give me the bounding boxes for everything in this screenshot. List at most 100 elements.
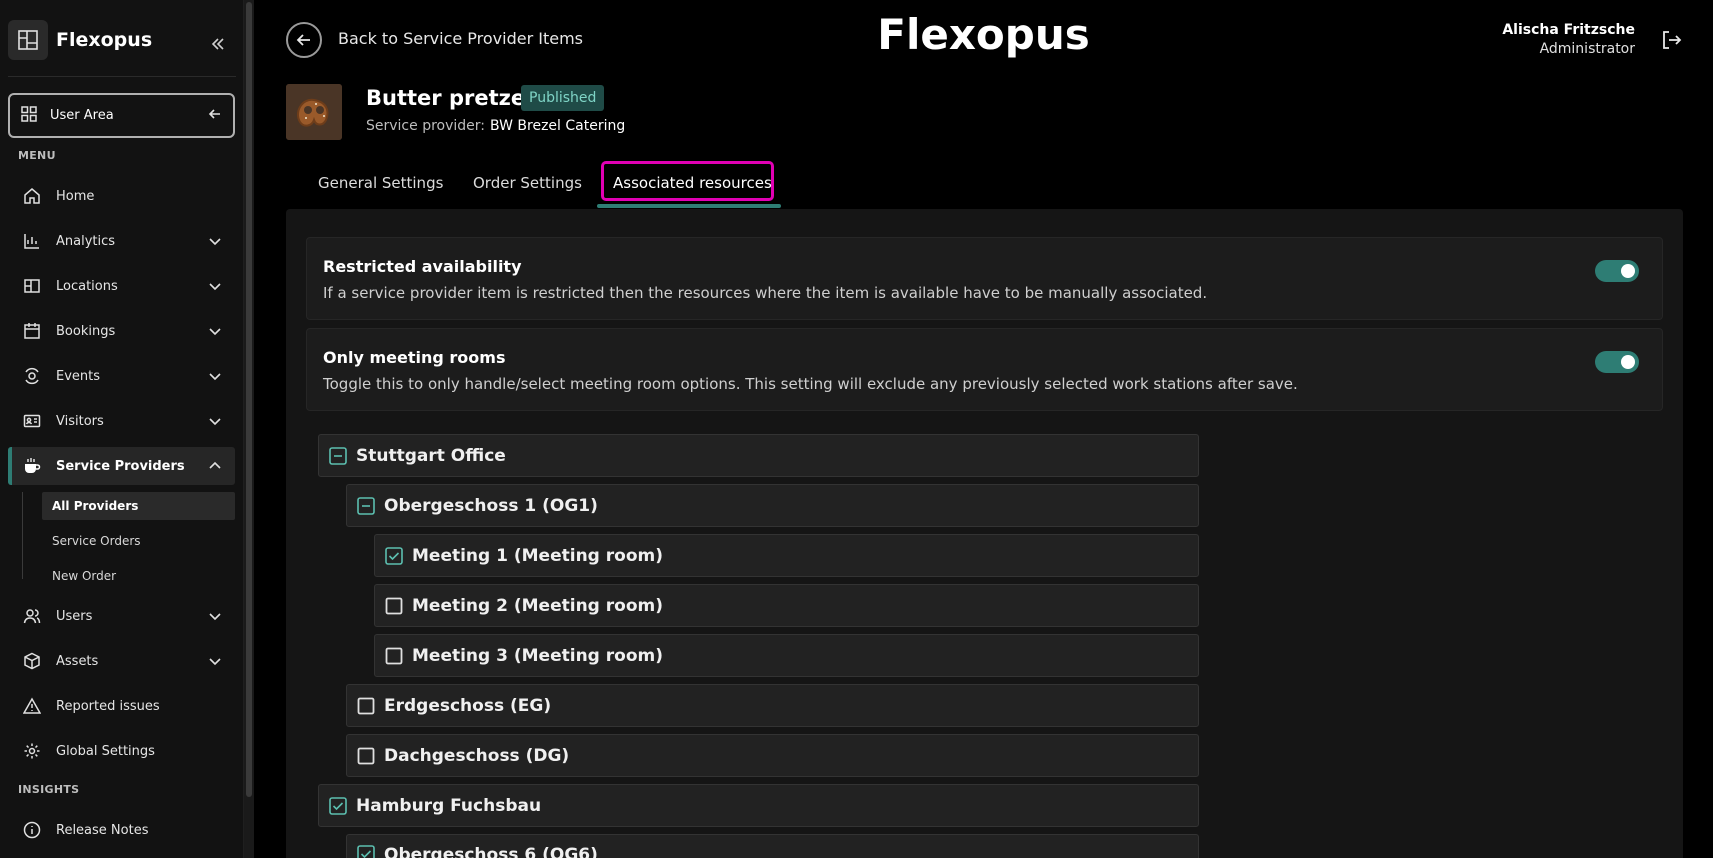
item-title: Butter pretzel	[366, 86, 533, 110]
sidebar-item-label: Release Notes	[56, 822, 149, 838]
arrow-left-icon	[207, 106, 223, 126]
chevron-down-icon	[205, 321, 225, 341]
sidebar-item-analytics[interactable]: Analytics	[8, 222, 235, 260]
tree-item-obergeschoss-1[interactable]: Obergeschoss 1 (OG1)	[346, 484, 1199, 527]
unchecked-checkbox-icon[interactable]	[357, 697, 375, 715]
sidebar-item-label: Service Providers	[56, 458, 185, 474]
tree-item-erdgeschoss[interactable]: Erdgeschoss (EG)	[346, 684, 1199, 727]
indeterminate-checkbox-icon[interactable]	[357, 496, 375, 515]
tree-item-label: Hamburg Fuchsbau	[356, 795, 542, 816]
tree-item-label: Obergeschoss 1 (OG1)	[384, 495, 598, 516]
logout-icon[interactable]	[1658, 28, 1684, 52]
unchecked-checkbox-icon[interactable]	[357, 747, 375, 765]
tab-general-settings[interactable]: General Settings	[318, 174, 443, 192]
tree-item-hamburg-fuchsbau[interactable]: Hamburg Fuchsbau	[318, 784, 1199, 827]
sidebar-subitem-all-providers[interactable]: All Providers	[42, 492, 235, 520]
chevron-down-icon	[205, 231, 225, 251]
sidebar-subitem-service-orders[interactable]: Service Orders	[42, 527, 235, 555]
tree-item-label: Meeting 1 (Meeting room)	[412, 545, 663, 566]
status-badge: Published	[521, 85, 605, 111]
sidebar-item-bookings[interactable]: Bookings	[8, 312, 235, 350]
checked-checkbox-icon[interactable]	[385, 546, 403, 565]
tree-item-label: Meeting 2 (Meeting room)	[412, 595, 663, 616]
users-icon	[22, 606, 42, 626]
tree-item-label: Meeting 3 (Meeting room)	[412, 645, 663, 666]
calendar-icon	[22, 321, 42, 341]
tree-item-meeting-3[interactable]: Meeting 3 (Meeting room)	[374, 634, 1199, 677]
setting-only-meeting-rooms: Only meeting rooms Toggle this to only h…	[306, 328, 1663, 411]
id-card-icon	[22, 411, 42, 431]
sidebar-item-events[interactable]: Events	[8, 357, 235, 395]
chevron-down-icon	[205, 411, 225, 431]
sidebar-divider	[8, 76, 236, 77]
sidebar-item-reported-issues[interactable]: Reported issues	[8, 687, 235, 725]
sidebar-item-assets[interactable]: Assets	[8, 642, 235, 680]
unchecked-checkbox-icon[interactable]	[385, 647, 403, 665]
sidebar-item-label: Assets	[56, 653, 99, 669]
tab-associated-resources[interactable]: Associated resources	[613, 174, 772, 192]
sidebar-item-label: Global Settings	[56, 743, 155, 759]
checked-checkbox-icon[interactable]	[357, 845, 375, 858]
events-icon	[22, 366, 42, 386]
only-meeting-rooms-toggle[interactable]	[1595, 351, 1639, 373]
provider-label: Service provider:	[366, 118, 485, 134]
map-icon	[22, 276, 42, 296]
sidebar-item-label: Users	[56, 608, 93, 624]
toggle-knob	[1621, 355, 1635, 369]
sidebar-item-label: Locations	[56, 278, 118, 294]
indeterminate-checkbox-icon[interactable]	[329, 446, 347, 465]
tree-item-label: Obergeschoss 6 (OG6)	[384, 845, 598, 858]
tree-item-label: Erdgeschoss (EG)	[384, 695, 552, 716]
unchecked-checkbox-icon[interactable]	[385, 597, 403, 615]
tree-item-label: Dachgeschoss (DG)	[384, 745, 570, 766]
sidebar: Flexopus User Area MENU Home Analytics L…	[0, 0, 244, 858]
setting-description: If a service provider item is restricted…	[323, 284, 1208, 302]
sidebar-item-locations[interactable]: Locations	[8, 267, 235, 305]
sidebar-item-release-notes[interactable]: Release Notes	[8, 811, 235, 849]
sidebar-item-global-settings[interactable]: Global Settings	[8, 732, 235, 770]
sidebar-item-users[interactable]: Users	[8, 597, 235, 635]
tree-item-dachgeschoss[interactable]: Dachgeschoss (DG)	[346, 734, 1199, 777]
setting-restricted-availability: Restricted availability If a service pro…	[306, 237, 1663, 320]
tree-item-meeting-1[interactable]: Meeting 1 (Meeting room)	[374, 534, 1199, 577]
sidebar-item-home[interactable]: Home	[8, 177, 235, 215]
grid-icon	[20, 105, 38, 127]
insights-section-title: INSIGHTS	[18, 783, 80, 796]
checked-checkbox-icon[interactable]	[329, 796, 347, 815]
sidebar-item-service-providers[interactable]: Service Providers	[8, 447, 235, 485]
tree-item-obergeschoss-6[interactable]: Obergeschoss 6 (OG6)	[346, 834, 1199, 858]
setting-title: Only meeting rooms	[323, 348, 506, 367]
tree-item-meeting-2[interactable]: Meeting 2 (Meeting room)	[374, 584, 1199, 627]
chevron-down-icon	[205, 651, 225, 671]
sidebar-item-label: Analytics	[56, 233, 116, 249]
tab-order-settings[interactable]: Order Settings	[473, 174, 582, 192]
cube-icon	[22, 651, 42, 671]
user-name: Alischa Fritzsche	[1502, 22, 1635, 38]
user-area-label: User Area	[50, 108, 114, 123]
sidebar-item-label: Visitors	[56, 413, 104, 429]
warning-icon	[22, 696, 42, 716]
scrollbar-thumb[interactable]	[246, 2, 252, 797]
chevron-up-icon	[205, 456, 225, 476]
user-area-button[interactable]: User Area	[8, 93, 235, 138]
item-image	[286, 84, 342, 140]
sidebar-item-label: Bookings	[56, 323, 116, 339]
sidebar-scrollbar[interactable]	[244, 0, 254, 858]
sidebar-item-label: Events	[56, 368, 101, 384]
provider-name: BW Brezel Catering	[490, 118, 626, 134]
sidebar-item-visitors[interactable]: Visitors	[8, 402, 235, 440]
sidebar-subitem-new-order[interactable]: New Order	[42, 562, 235, 590]
chevron-down-icon	[205, 276, 225, 296]
restricted-availability-toggle[interactable]	[1595, 260, 1639, 282]
submenu-line	[22, 492, 23, 579]
chevron-down-icon	[205, 366, 225, 386]
sidebar-item-label: Home	[56, 188, 95, 204]
coffee-cup-icon	[22, 456, 42, 476]
tree-item-label: Stuttgart Office	[356, 445, 506, 466]
tree-item-stuttgart-office[interactable]: Stuttgart Office	[318, 434, 1199, 477]
menu-section-title: MENU	[18, 149, 56, 162]
setting-title: Restricted availability	[323, 257, 522, 276]
app-title: Flexopus	[877, 10, 1090, 59]
info-icon	[22, 820, 42, 840]
sidebar-item-label: Reported issues	[56, 698, 160, 714]
